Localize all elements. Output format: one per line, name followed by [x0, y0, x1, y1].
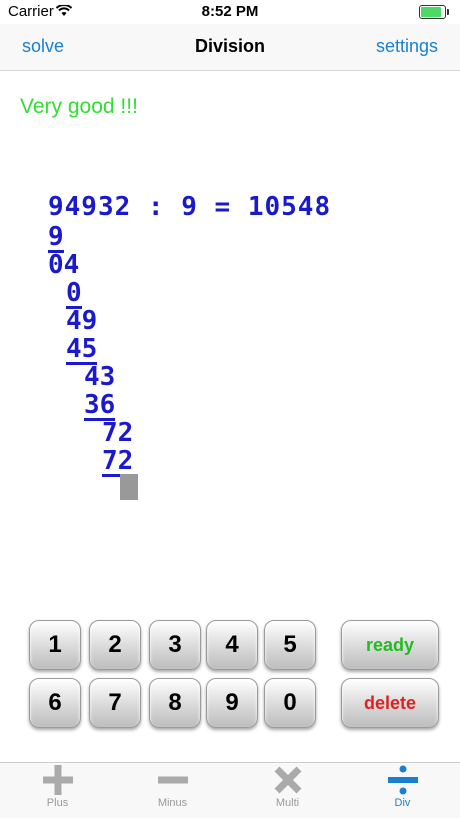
key-6[interactable]: 6	[29, 678, 81, 728]
division-step: 9	[48, 222, 64, 253]
division-step: 43	[84, 362, 116, 392]
plus-icon	[0, 763, 115, 797]
tab-label: Div	[394, 797, 411, 809]
clock: 8:52 PM	[201, 3, 259, 20]
division-step: 49	[66, 306, 98, 336]
tab-plus[interactable]: Plus	[0, 763, 115, 818]
key-9[interactable]: 9	[206, 678, 258, 728]
division-step: 36	[84, 390, 116, 421]
division-step: 04	[48, 250, 80, 280]
input-cursor	[120, 474, 138, 500]
tab-bar: Plus Minus Multi Div	[0, 762, 460, 818]
minus-icon	[115, 763, 230, 797]
key-0[interactable]: 0	[264, 678, 316, 728]
key-5[interactable]: 5	[264, 620, 316, 670]
key-3[interactable]: 3	[149, 620, 201, 670]
key-2[interactable]: 2	[89, 620, 141, 670]
tab-minus[interactable]: Minus	[115, 763, 230, 818]
delete-button[interactable]: delete	[341, 678, 439, 728]
settings-button[interactable]: settings	[376, 36, 438, 57]
key-1[interactable]: 1	[29, 620, 81, 670]
tab-label: Plus	[46, 797, 69, 809]
divide-icon	[345, 763, 460, 797]
division-equation: 94932 : 9 = 10548	[48, 192, 332, 222]
tab-multi[interactable]: Multi	[230, 763, 345, 818]
division-step: 72	[102, 446, 134, 477]
times-icon	[230, 763, 345, 797]
key-4[interactable]: 4	[206, 620, 258, 670]
tab-div[interactable]: Div	[345, 763, 460, 818]
tab-label: Minus	[157, 797, 188, 809]
key-7[interactable]: 7	[89, 678, 141, 728]
division-step: 0	[66, 278, 82, 309]
status-bar: Carrier 8:52 PM	[0, 0, 460, 24]
battery-icon	[419, 5, 449, 19]
key-8[interactable]: 8	[149, 678, 201, 728]
feedback-message: Very good !!!	[20, 95, 138, 118]
division-step: 45	[66, 334, 98, 365]
ready-button[interactable]: ready	[341, 620, 439, 670]
division-step: 72	[102, 418, 134, 448]
navigation-bar: solve Division settings	[0, 24, 460, 71]
tab-label: Multi	[275, 797, 300, 809]
